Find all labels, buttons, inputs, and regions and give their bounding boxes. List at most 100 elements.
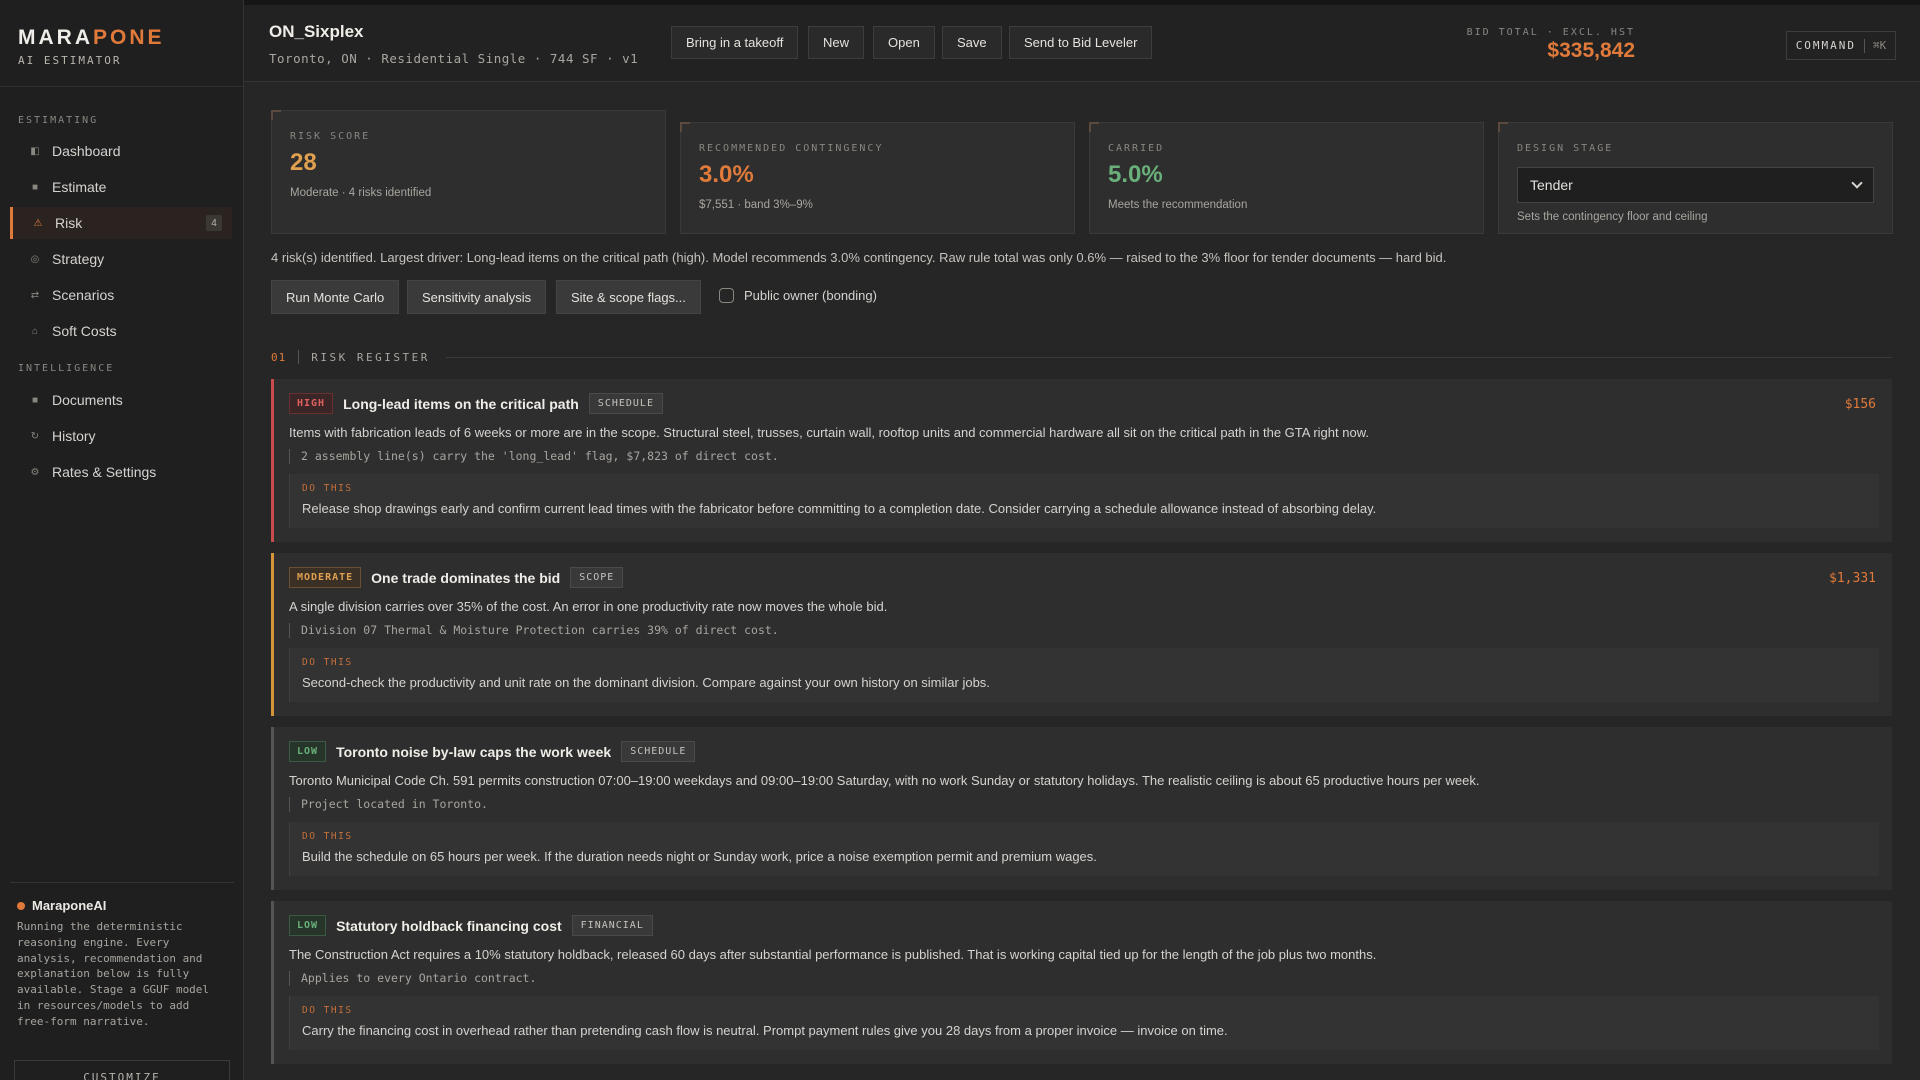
- brand-name: MARAPONE: [18, 26, 165, 49]
- card-sub: Meets the recommendation: [1108, 199, 1248, 211]
- strategy-icon: ◎: [30, 253, 40, 265]
- risk-item[interactable]: HIGH Long-lead items on the critical pat…: [271, 379, 1892, 542]
- card-sub: Moderate · 4 risks identified: [290, 187, 432, 199]
- sidebar-item-strategy[interactable]: ◎ Strategy: [10, 243, 232, 275]
- severity-badge: MODERATE: [289, 567, 362, 588]
- sidebar-item-scenarios[interactable]: ⇄ Scenarios: [10, 279, 232, 311]
- card-sub: Sets the contingency floor and ceiling: [1517, 211, 1708, 223]
- risk-description: The Construction Act requires a 10% stat…: [289, 947, 1377, 962]
- command-palette-button[interactable]: COMMAND ⌘K: [1786, 31, 1896, 60]
- bid-total-value: $335,842: [1547, 39, 1635, 62]
- customize-button[interactable]: CUSTOMIZE: [14, 1060, 230, 1080]
- sidebar-item-rates-settings[interactable]: ⚙ Rates & Settings: [10, 456, 232, 488]
- bring-takeoff-button[interactable]: Bring in a takeoff: [671, 26, 799, 59]
- settings-icon: ⚙: [30, 466, 40, 478]
- action-text: Carry the financing cost in overhead rat…: [302, 1023, 1228, 1038]
- shortcut-hint: ⌘K: [1873, 39, 1887, 52]
- brand-subtitle: AI ESTIMATOR: [18, 54, 122, 67]
- sidebar-item-label: Rates & Settings: [52, 464, 157, 480]
- risk-evidence: Division 07 Thermal & Moisture Protectio…: [289, 623, 779, 638]
- divider: [0, 86, 243, 87]
- card-label: RECOMMENDED CONTINGENCY: [699, 143, 884, 154]
- risk-item[interactable]: MODERATE One trade dominates the bid SCO…: [271, 553, 1892, 716]
- sidebar: MARAPONE AI ESTIMATOR ESTIMATING ◧ Dashb…: [0, 0, 244, 1080]
- home-icon: ⌂: [31, 325, 39, 337]
- warning-icon: ⚠: [33, 217, 43, 229]
- section-number: 01: [271, 350, 287, 364]
- contingency-card: RECOMMENDED CONTINGENCY 3.0% $7,551 · ba…: [680, 122, 1075, 234]
- public-owner-checkbox[interactable]: [719, 288, 734, 303]
- sidebar-item-estimate[interactable]: ■ Estimate: [10, 171, 232, 203]
- dashboard-icon: ◧: [30, 145, 40, 157]
- sidebar-item-risk[interactable]: ⚠ Risk 4: [10, 207, 232, 239]
- sidebar-item-history[interactable]: ↻ History: [10, 420, 232, 452]
- sidebar-item-label: Soft Costs: [52, 323, 117, 339]
- risk-header: LOW Statutory holdback financing cost FI…: [289, 915, 653, 936]
- card-sub: $7,551 · band 3%–9%: [699, 199, 813, 211]
- documents-icon: ■: [31, 394, 39, 406]
- save-button[interactable]: Save: [942, 26, 1002, 59]
- run-monte-carlo-button[interactable]: Run Monte Carlo: [271, 280, 400, 314]
- sidebar-item-dashboard[interactable]: ◧ Dashboard: [10, 135, 232, 167]
- sidebar-item-documents[interactable]: ■ Documents: [10, 384, 232, 416]
- risk-count-badge: 4: [206, 215, 222, 231]
- sidebar-item-soft-costs[interactable]: ⌂ Soft Costs: [10, 315, 232, 347]
- site-scope-flags-button[interactable]: Site & scope flags...: [556, 280, 701, 314]
- risk-item[interactable]: LOW Toronto noise by-law caps the work w…: [271, 727, 1892, 890]
- nav-section-estimating: ESTIMATING: [18, 115, 99, 126]
- severity-badge: HIGH: [289, 393, 334, 414]
- risk-description: Items with fabrication leads of 6 weeks …: [289, 425, 1369, 440]
- action-label: DO THIS: [302, 483, 353, 494]
- ai-status-title: MaraponeAI: [17, 898, 227, 913]
- sidebar-item-label: Strategy: [52, 251, 105, 267]
- divider: [10, 882, 234, 883]
- new-button[interactable]: New: [808, 26, 865, 59]
- sidebar-item-label: Documents: [52, 392, 123, 408]
- scenarios-icon: ⇄: [30, 289, 40, 301]
- ai-status-panel: MaraponeAI Running the deterministic rea…: [17, 898, 227, 1030]
- severity-badge: LOW: [289, 741, 327, 762]
- section-title: RISK REGISTER: [311, 350, 430, 364]
- card-label: RISK SCORE: [290, 131, 371, 142]
- send-to-bid-leveler-button[interactable]: Send to Bid Leveler: [1009, 26, 1153, 59]
- project-subtitle: Toronto, ON · Residential Single · 744 S…: [269, 51, 639, 66]
- sidebar-item-label: History: [52, 428, 96, 444]
- risk-summary: 4 risk(s) identified. Largest driver: Lo…: [271, 250, 1447, 265]
- risk-evidence: 2 assembly line(s) carry the 'long_lead'…: [289, 449, 779, 464]
- ai-status-description: Running the deterministic reasoning engi…: [17, 920, 210, 1028]
- design-stage-select[interactable]: Tender: [1517, 167, 1874, 203]
- risk-title: Long-lead items on the critical path: [343, 395, 579, 412]
- recommended-action: DO THIS Carry the financing cost in over…: [289, 996, 1879, 1050]
- risk-item[interactable]: LOW Statutory holdback financing cost FI…: [271, 901, 1892, 1064]
- nav-section-intelligence: INTELLIGENCE: [18, 363, 115, 374]
- main-content: RISK SCORE 28 Moderate · 4 risks identif…: [244, 82, 1920, 1080]
- recommended-action: DO THIS Build the schedule on 65 hours p…: [289, 822, 1879, 876]
- category-badge: SCHEDULE: [621, 741, 696, 762]
- risk-header: MODERATE One trade dominates the bid SCO…: [289, 567, 624, 588]
- sidebar-item-label: Dashboard: [52, 143, 121, 159]
- risk-amount: $1,331: [1829, 571, 1876, 586]
- risk-evidence: Applies to every Ontario contract.: [288, 971, 537, 986]
- risk-evidence: Project located in Toronto.: [289, 797, 488, 812]
- checkbox-label: Public owner (bonding): [744, 288, 877, 303]
- select-value: Tender: [1530, 177, 1573, 193]
- severity-badge: LOW: [289, 915, 327, 936]
- contingency-value: 3.0%: [699, 161, 754, 188]
- sensitivity-analysis-button[interactable]: Sensitivity analysis: [407, 280, 547, 314]
- design-stage-card: DESIGN STAGE Tender Sets the contingency…: [1498, 122, 1893, 234]
- brand-logo[interactable]: MARAPONE AI ESTIMATOR: [18, 26, 165, 67]
- risk-description: A single division carries over 35% of th…: [289, 599, 888, 614]
- public-owner-toggle[interactable]: Public owner (bonding): [719, 288, 877, 303]
- project-title: ON_Sixplex: [269, 22, 364, 41]
- divider: [298, 350, 300, 364]
- action-label: DO THIS: [302, 1005, 353, 1016]
- chevron-down-icon: [1851, 177, 1863, 189]
- risk-title: Statutory holdback financing cost: [336, 917, 562, 934]
- top-header: ON_Sixplex Toronto, ON · Residential Sin…: [244, 0, 1920, 82]
- action-label: DO THIS: [302, 831, 353, 842]
- risk-amount: $156: [1844, 397, 1876, 412]
- category-badge: SCOPE: [570, 567, 624, 588]
- open-button[interactable]: Open: [873, 26, 935, 59]
- sidebar-item-label: Scenarios: [52, 287, 115, 303]
- carried-card: CARRIED 5.0% Meets the recommendation: [1089, 122, 1484, 234]
